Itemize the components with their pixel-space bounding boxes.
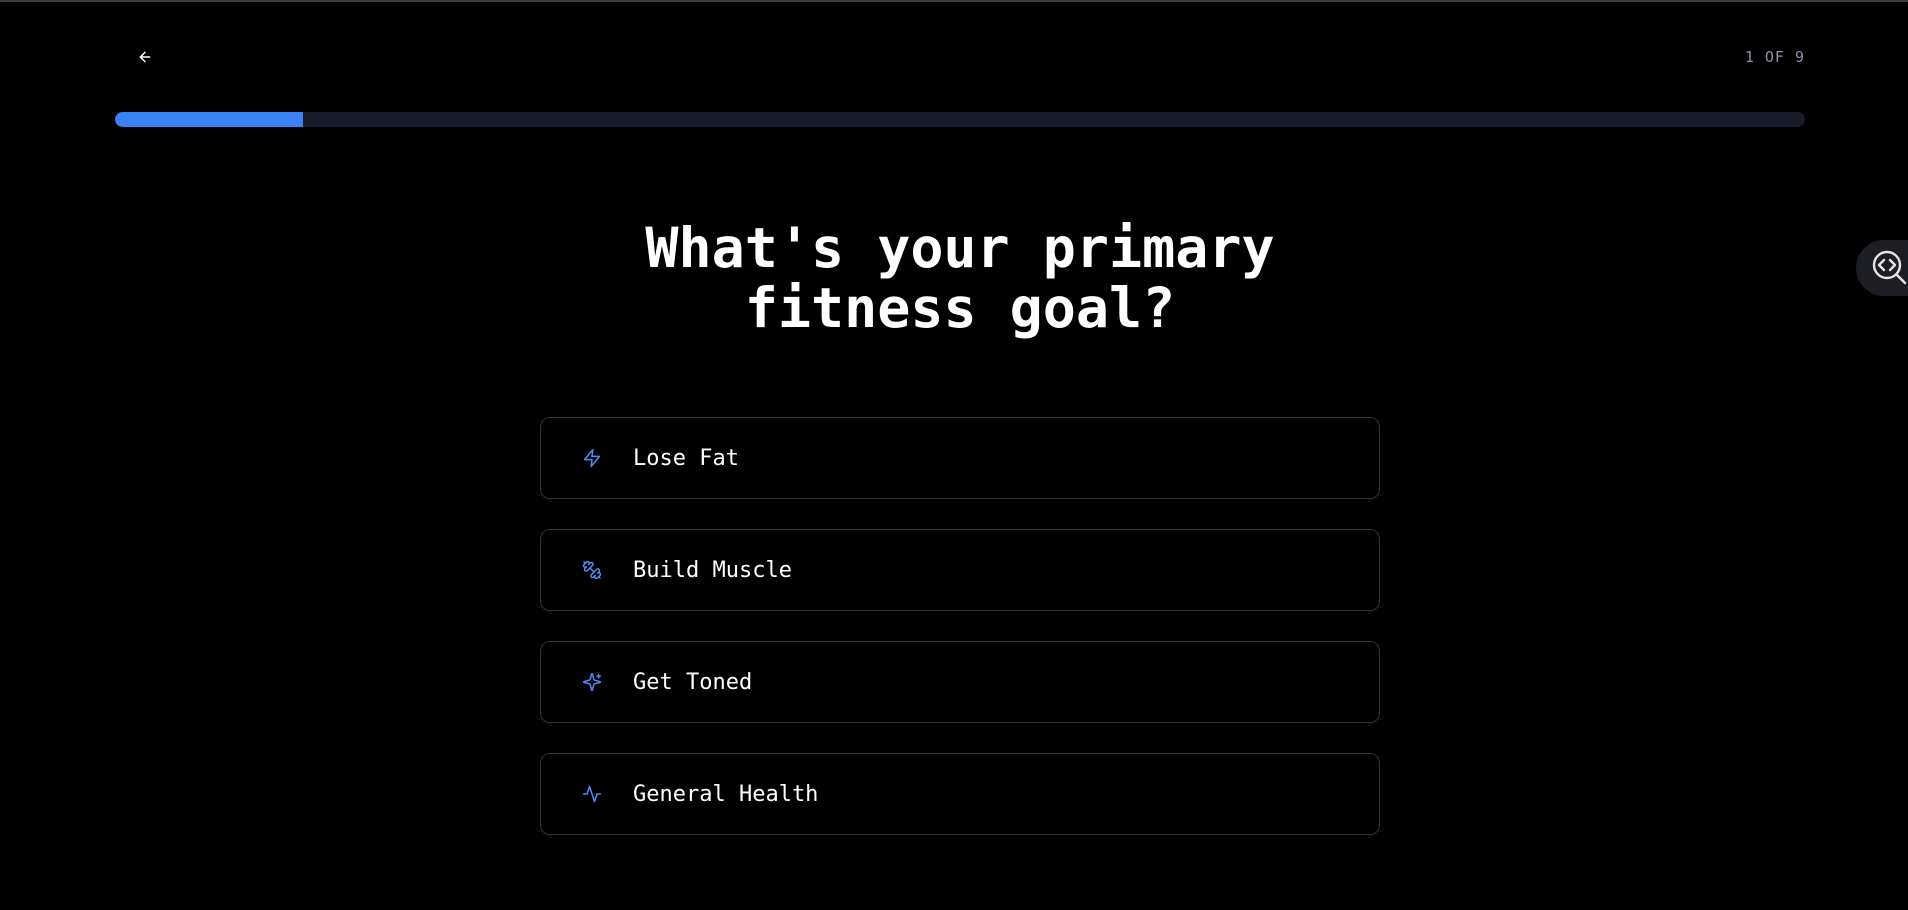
devtools-toggle-button[interactable]	[1856, 240, 1908, 296]
arrow-left-icon	[139, 51, 151, 63]
option-general-health[interactable]: General Health	[540, 753, 1380, 835]
option-label: Build Muscle	[633, 557, 792, 583]
sparkles-icon	[581, 671, 603, 693]
back-button[interactable]	[130, 44, 160, 70]
option-label: Get Toned	[633, 669, 753, 695]
title-line-2: fitness goal?	[744, 276, 1176, 340]
title-line-1: What's your primary	[645, 216, 1275, 280]
code-search-icon	[1872, 250, 1907, 285]
option-lose-fat[interactable]: Lose Fat	[540, 417, 1380, 499]
progress-bar	[115, 112, 1805, 127]
dumbbell-icon	[581, 559, 603, 581]
step-counter: 1 OF 9	[1744, 48, 1805, 66]
zap-icon	[581, 447, 603, 469]
option-label: General Health	[633, 781, 819, 807]
option-label: Lose Fat	[633, 445, 739, 471]
page-title: What's your primary fitness goal?	[0, 218, 1908, 338]
option-build-muscle[interactable]: Build Muscle	[540, 529, 1380, 611]
option-get-toned[interactable]: Get Toned	[540, 641, 1380, 723]
activity-icon	[581, 783, 603, 805]
goal-options-list: Lose Fat Build Muscle Get Toned General …	[540, 417, 1380, 865]
progress-bar-fill	[115, 112, 303, 127]
header: 1 OF 9	[0, 0, 1908, 110]
